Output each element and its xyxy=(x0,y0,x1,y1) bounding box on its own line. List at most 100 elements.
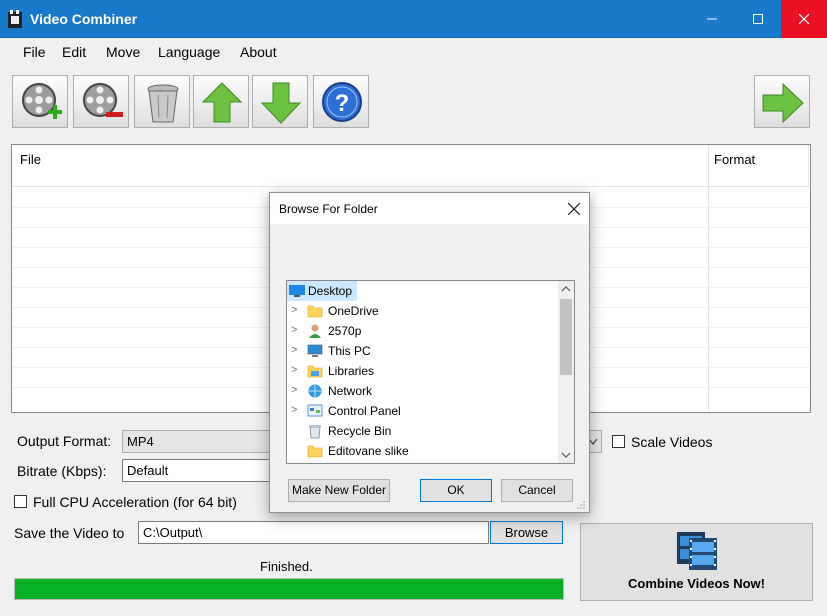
chevron-right-icon: > xyxy=(291,404,298,416)
bitrate-value: Default xyxy=(127,463,169,478)
tree-item-label: Desktop xyxy=(308,284,353,298)
chevron-right-icon: > xyxy=(291,344,298,356)
next-button[interactable] xyxy=(754,75,810,128)
tree-item-label: This PC xyxy=(328,344,371,358)
browse-button[interactable]: Browse xyxy=(490,521,563,544)
menu-move[interactable]: Move xyxy=(106,44,140,60)
column-divider xyxy=(708,145,709,412)
tree-item-label: OneDrive xyxy=(328,304,379,318)
dialog-title: Browse For Folder xyxy=(279,202,378,216)
add-video-button[interactable] xyxy=(12,75,68,128)
close-icon xyxy=(799,14,809,24)
tree-item-desktop[interactable]: Desktop xyxy=(287,281,357,301)
list-header xyxy=(12,145,810,187)
chevron-right-icon: > xyxy=(291,324,298,336)
scale-videos-checkbox[interactable] xyxy=(612,435,625,448)
tree-item-onedrive[interactable]: > OneDrive xyxy=(287,301,559,321)
browse-button-label: Browse xyxy=(504,525,549,540)
control-panel-icon xyxy=(307,404,323,417)
move-down-button[interactable] xyxy=(252,75,308,128)
tree-item-label: Control Panel xyxy=(328,404,401,418)
tree-item-libraries[interactable]: > Libraries xyxy=(287,361,559,381)
tree-item-label: Recycle Bin xyxy=(328,424,392,438)
film-reel-add-icon xyxy=(22,83,62,119)
tree-item-network[interactable]: > Network xyxy=(287,381,559,401)
computer-icon xyxy=(307,344,323,357)
tree-item-this-pc[interactable]: > This PC xyxy=(287,341,559,361)
arrow-up-icon xyxy=(201,82,243,123)
help-icon: ? xyxy=(322,82,362,122)
recycle-bin-icon xyxy=(309,425,321,439)
film-strip-icon xyxy=(677,532,717,570)
progress-bar xyxy=(14,578,564,600)
menu-language[interactable]: Language xyxy=(158,44,220,60)
dialog-close-button[interactable] xyxy=(562,197,586,221)
save-video-label: Save the Video to xyxy=(14,525,125,541)
column-file[interactable]: File xyxy=(20,152,41,167)
remove-video-button[interactable] xyxy=(73,75,129,128)
cpu-acceleration-checkbox[interactable] xyxy=(14,495,27,508)
close-icon xyxy=(567,202,581,216)
minimize-button[interactable] xyxy=(689,0,735,38)
tree-item-label: Libraries xyxy=(328,364,375,378)
combine-videos-button[interactable]: Combine Videos Now! xyxy=(580,523,813,601)
folder-tree[interactable]: Desktop > OneDrive > 2570p > This PC > L… xyxy=(286,280,575,464)
scale-videos-label: Scale Videos xyxy=(631,434,713,450)
output-format-value: MP4 xyxy=(127,434,154,449)
bitrate-label: Bitrate (Kbps): xyxy=(17,463,107,479)
tree-item-recycle-bin[interactable]: Recycle Bin xyxy=(287,421,559,441)
folder-icon xyxy=(307,305,323,318)
film-reel-remove-icon xyxy=(83,83,123,117)
arrow-right-icon xyxy=(762,82,804,124)
chevron-up-icon[interactable] xyxy=(561,285,571,293)
chevron-down-icon[interactable] xyxy=(561,451,571,459)
menu-edit[interactable]: Edit xyxy=(62,44,86,60)
make-new-folder-label: Make New Folder xyxy=(291,483,387,497)
network-icon xyxy=(308,384,322,398)
svg-text:?: ? xyxy=(335,90,350,117)
tree-item-control-panel[interactable]: > Control Panel xyxy=(287,401,559,421)
ok-button[interactable]: OK xyxy=(420,479,492,502)
ok-label: OK xyxy=(447,483,465,497)
desktop-icon xyxy=(289,285,305,297)
close-button[interactable] xyxy=(781,0,827,38)
folder-icon xyxy=(307,445,323,458)
output-format-label: Output Format: xyxy=(17,433,112,449)
combine-videos-label: Combine Videos Now! xyxy=(628,576,765,591)
cpu-acceleration-label: Full CPU Acceleration (for 64 bit) xyxy=(33,494,237,510)
column-format[interactable]: Format xyxy=(714,152,755,167)
menu-about[interactable]: About xyxy=(240,44,277,60)
menu-file[interactable]: File xyxy=(23,44,46,60)
user-icon xyxy=(309,324,321,338)
title-bar: Video Combiner xyxy=(0,0,827,38)
bitrate-input[interactable]: Default xyxy=(122,459,272,482)
window-title: Video Combiner xyxy=(30,11,138,27)
arrow-down-icon xyxy=(260,82,302,124)
minimize-icon xyxy=(707,18,717,20)
make-new-folder-button[interactable]: Make New Folder xyxy=(288,479,390,502)
chevron-right-icon: > xyxy=(291,364,298,376)
clear-list-button[interactable] xyxy=(134,75,190,128)
chevron-right-icon: > xyxy=(291,304,298,316)
save-path-input[interactable]: C:\Output\ xyxy=(138,521,489,544)
cancel-label: Cancel xyxy=(518,483,556,497)
help-button[interactable]: ? xyxy=(313,75,369,128)
tree-scrollbar-thumb[interactable] xyxy=(560,299,572,375)
status-text: Finished. xyxy=(260,559,313,574)
resize-grip-icon[interactable] xyxy=(576,500,586,510)
save-path-value: C:\Output\ xyxy=(143,525,203,540)
move-up-button[interactable] xyxy=(193,75,249,128)
cancel-button[interactable]: Cancel xyxy=(501,479,573,502)
libraries-icon xyxy=(307,365,323,378)
tree-item-user[interactable]: > 2570p xyxy=(287,321,559,341)
chevron-right-icon: > xyxy=(291,384,298,396)
trash-icon xyxy=(147,84,179,123)
progress-fill xyxy=(15,579,563,599)
tree-item-label: Editovane slike xyxy=(328,444,409,458)
tree-item-label: Network xyxy=(328,384,373,398)
column-divider xyxy=(808,145,809,187)
tree-item-label: 2570p xyxy=(328,324,362,338)
maximize-button[interactable] xyxy=(735,0,781,38)
film-icon xyxy=(8,10,22,28)
tree-item-editovane-slike[interactable]: Editovane slike xyxy=(287,441,559,461)
